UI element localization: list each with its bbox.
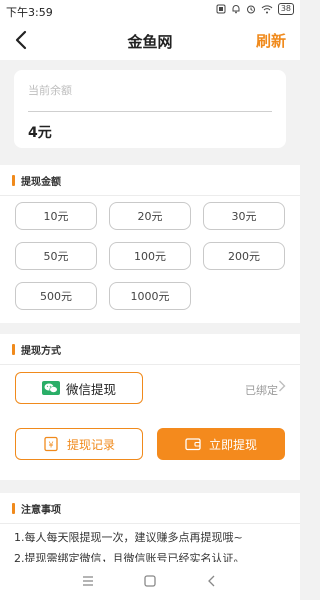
alarm-icon [246, 5, 255, 14]
amount-option[interactable]: 500元 [15, 282, 97, 310]
wallet-icon [185, 438, 201, 451]
amount-option[interactable]: 10元 [15, 202, 97, 230]
home-icon[interactable] [140, 572, 160, 590]
amount-option[interactable]: 1000元 [109, 282, 191, 310]
amount-option[interactable]: 200元 [203, 242, 285, 270]
wechat-withdraw-option[interactable]: 微信提现 [15, 372, 143, 404]
notification-icon [216, 4, 226, 14]
divider [0, 364, 300, 365]
wechat-withdraw-label: 微信提现 [65, 381, 116, 397]
chevron-right-icon[interactable] [278, 380, 286, 392]
header-bar: 金鱼网 刷新 [0, 22, 300, 60]
battery-icon: 38 [277, 3, 294, 15]
receipt-icon: ¥ [44, 436, 58, 452]
amount-section-label: 提现金额 [21, 176, 61, 188]
wechat-icon [41, 381, 60, 395]
title-accent-bar [12, 343, 15, 355]
status-bar: 下午3:59 38 [0, 0, 300, 22]
divider [0, 195, 300, 196]
notice-section: 注意事项 1.每人每天限提现一次，建议赚多点再提现哦~ 2.提现需绑定微信，且微… [0, 493, 300, 565]
method-section: 提现方式 微信提现 已绑定 ¥ 提现记录 立即提现 [0, 334, 300, 480]
amount-option[interactable]: 100元 [109, 242, 191, 270]
balance-card: 当前余额 4元 [14, 70, 286, 148]
bell-icon [232, 5, 240, 14]
notice-item: 1.每人每天限提现一次，建议赚多点再提现哦~ [14, 531, 243, 544]
balance-value: 4元 [28, 125, 52, 141]
withdraw-record-button[interactable]: ¥ 提现记录 [15, 428, 143, 460]
balance-divider [28, 111, 272, 112]
notice-section-title: 注意事项 [12, 501, 61, 516]
amount-section-title: 提现金额 [12, 173, 61, 188]
svg-text:¥: ¥ [48, 441, 53, 450]
refresh-button[interactable]: 刷新 [256, 30, 286, 51]
balance-label: 当前余额 [28, 84, 72, 97]
bound-status: 已绑定 [245, 384, 278, 397]
back-nav-icon[interactable] [202, 572, 222, 590]
method-section-label: 提现方式 [21, 345, 61, 357]
withdraw-now-label: 立即提现 [208, 437, 257, 452]
menu-icon[interactable] [78, 572, 98, 590]
amount-section: 提现金额 10元 20元 30元 50元 100元 200元 500元 1000… [0, 165, 300, 323]
divider [0, 523, 300, 524]
amount-option[interactable]: 30元 [203, 202, 285, 230]
method-section-title: 提现方式 [12, 342, 61, 357]
withdraw-record-label: 提现记录 [66, 437, 115, 452]
title-accent-bar [12, 502, 15, 514]
system-nav-bar [0, 562, 300, 600]
notice-section-label: 注意事项 [21, 504, 61, 516]
withdraw-now-button[interactable]: 立即提现 [157, 428, 285, 460]
amount-option[interactable]: 20元 [109, 202, 191, 230]
title-accent-bar [12, 174, 15, 186]
status-time: 下午3:59 [6, 6, 53, 19]
status-icons: 38 [216, 3, 294, 15]
wifi-icon [261, 5, 273, 14]
amount-option[interactable]: 50元 [15, 242, 97, 270]
